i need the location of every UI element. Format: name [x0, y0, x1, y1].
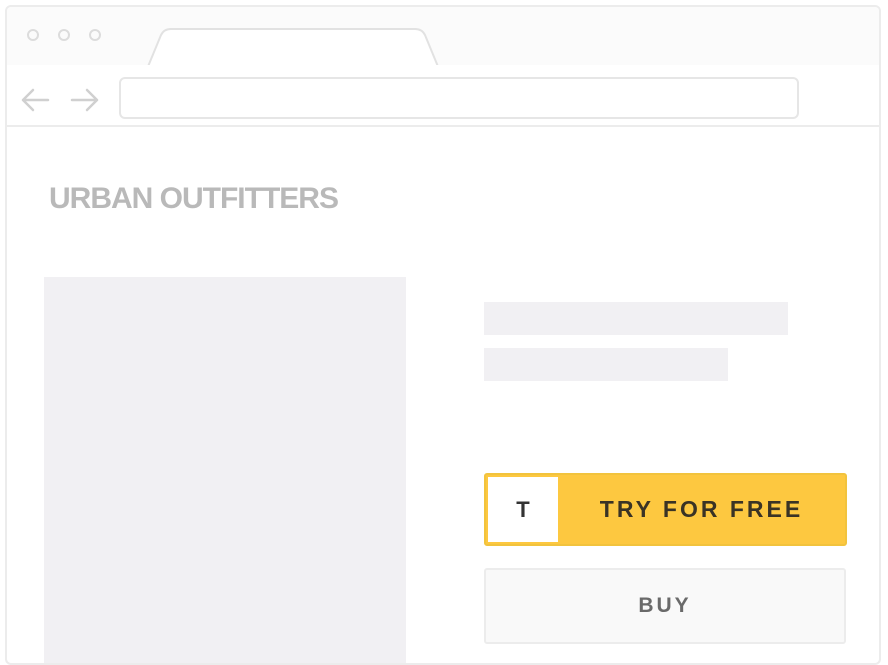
arrow-left-icon	[21, 88, 50, 112]
maximize-window-button[interactable]	[89, 29, 101, 41]
product-image-placeholder	[44, 277, 406, 663]
try-for-free-button[interactable]: T TRY FOR FREE	[484, 473, 847, 546]
browser-navbar	[7, 65, 879, 127]
close-window-button[interactable]	[27, 29, 39, 41]
browser-window: URBAN OUTFITTERS T TRY FOR FREE BUY	[5, 5, 881, 665]
browser-titlebar	[7, 7, 879, 69]
buy-button[interactable]: BUY	[484, 568, 846, 644]
arrow-right-icon	[70, 88, 99, 112]
minimize-window-button[interactable]	[58, 29, 70, 41]
try-for-free-label: TRY FOR FREE	[599, 496, 804, 522]
forward-button[interactable]	[69, 85, 101, 115]
browser-tab[interactable]	[147, 27, 447, 69]
product-subtitle-placeholder	[484, 348, 728, 381]
product-title-placeholder	[484, 302, 788, 335]
back-button[interactable]	[19, 85, 51, 115]
address-bar[interactable]	[119, 77, 799, 119]
brand-logo-text: URBAN OUTFITTERS	[49, 182, 339, 215]
try-logo-icon: T	[488, 477, 558, 542]
tab-shape	[147, 28, 440, 69]
